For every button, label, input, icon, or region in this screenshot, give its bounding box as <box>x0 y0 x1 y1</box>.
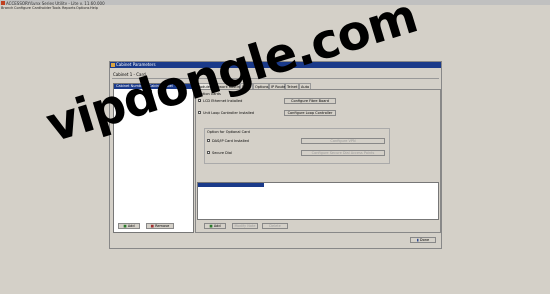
add-note-icon: ■ <box>209 224 213 228</box>
done-button[interactable]: ▮ Done <box>410 237 436 243</box>
menu-configure[interactable]: Configure <box>14 6 31 10</box>
dasip-label: DAS/IP Card Installed <box>212 139 249 143</box>
optional-card-group: Option for Optional Card DAS/IP Card Ins… <box>204 128 390 164</box>
menu-cardholder[interactable]: Cardholder <box>32 6 51 10</box>
notes-list[interactable] <box>197 182 439 220</box>
menu-help[interactable]: Help <box>90 6 98 10</box>
menu-options[interactable]: Options <box>76 6 90 10</box>
done-icon: ▮ <box>416 238 419 242</box>
dialog-icon <box>111 63 115 67</box>
remove-button[interactable]: ■ Remove <box>146 223 174 229</box>
secure-dial-label: Secure Dial <box>212 151 232 155</box>
loop-controller-checkbox[interactable] <box>198 111 201 114</box>
tab-panel: Option Cards ✓ LCD Ethernet Installed Co… <box>195 89 441 233</box>
remove-icon: ■ <box>150 224 154 228</box>
menu-bar: Branch Configure Cardholder Tools Report… <box>0 5 550 10</box>
configure-vpn-button[interactable]: Configure VPN <box>301 138 385 144</box>
secure-dial-checkbox[interactable] <box>207 151 210 154</box>
loop-controller-label: Unit Loop Controller Installed <box>203 111 254 115</box>
add-button[interactable]: ■ Add <box>118 223 140 229</box>
modify-note-button[interactable]: Modify Note <box>232 223 258 229</box>
menu-reports[interactable]: Reports <box>62 6 75 10</box>
delete-note-button[interactable]: Delete <box>262 223 288 229</box>
configure-secure-dial-button[interactable]: Configure Secure Dial Access Points <box>301 150 385 156</box>
configure-loop-controller-button[interactable]: Configure Loop Controller <box>284 110 336 116</box>
selected-note-row[interactable] <box>198 183 264 187</box>
configure-fibre-board-button[interactable]: Configure Fibre Board <box>284 98 336 104</box>
app-icon <box>1 0 5 5</box>
optional-card-label: Option for Optional Card <box>207 130 250 134</box>
dasip-checkbox[interactable] <box>207 139 210 142</box>
menu-tools[interactable]: Tools <box>52 6 61 10</box>
add-note-button[interactable]: ■ Add <box>204 223 226 229</box>
add-icon: ■ <box>123 224 127 228</box>
menu-branch[interactable]: Branch <box>1 6 13 10</box>
